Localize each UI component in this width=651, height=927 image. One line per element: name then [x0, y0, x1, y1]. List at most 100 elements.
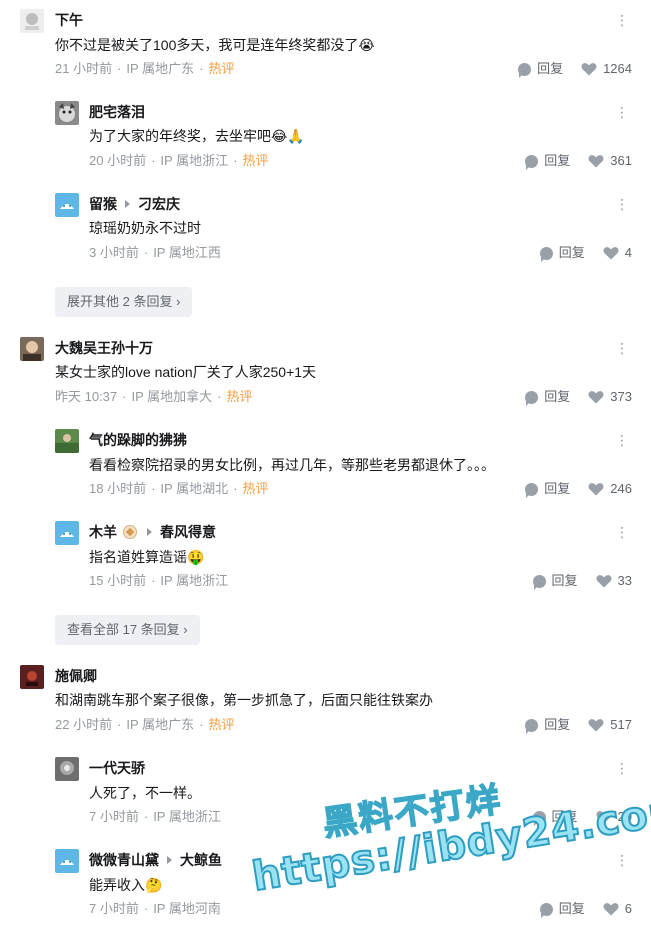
heart-icon — [588, 155, 604, 168]
comment-actions: 回复 1264 — [518, 60, 632, 78]
like-button[interactable]: 517 — [588, 716, 632, 734]
reply-author[interactable]: 肥宅落泪 — [89, 102, 145, 122]
reply-author[interactable]: 一代天骄 — [89, 758, 145, 778]
reply-author[interactable]: 气的跺脚的狒狒 — [89, 430, 187, 450]
comment-ip: IP 属地广东 — [126, 61, 195, 76]
avatar[interactable] — [55, 757, 79, 781]
avatar[interactable] — [20, 665, 44, 689]
expand-replies-button[interactable]: 展开其他 2 条回复 › — [55, 287, 193, 317]
reply-text: 能弄收入🤔 — [89, 877, 163, 893]
like-button[interactable]: 4 — [603, 244, 632, 262]
reply-author: 留猴 刁宏庆 — [89, 196, 180, 212]
reply-button[interactable]: 回复 — [532, 808, 578, 826]
reply-button[interactable]: 回复 — [539, 900, 585, 918]
comment-text: 和湖南跳车那个案子很像，第一步抓急了，后面只能往铁案办 — [55, 692, 433, 708]
reply-meta: 15 小时前 · IP 属地浙江 — [89, 573, 229, 588]
watermark: 黑料不打烊 https://ibdy24.com — [248, 779, 651, 920]
comment-meta: 昨天 10:37 · IP 属地加拿大 · 热评 — [55, 389, 253, 404]
reply-icon — [532, 574, 546, 590]
reply-icon — [532, 810, 546, 826]
avatar[interactable] — [55, 521, 79, 545]
more-options-icon[interactable]: ⋮ — [615, 341, 629, 358]
reply-to-arrow-icon — [147, 528, 152, 536]
level-badge-icon — [123, 525, 137, 539]
like-button[interactable]: 373 — [588, 388, 632, 406]
like-button[interactable]: 20 — [596, 808, 632, 826]
avatar[interactable] — [20, 337, 44, 361]
like-button[interactable]: 1264 — [581, 60, 632, 78]
hot-badge: 热评 — [208, 61, 235, 76]
reply-actions: 回复 33 — [532, 572, 632, 590]
hot-badge: 热评 — [208, 717, 235, 732]
comment-meta: 21 小时前 · IP 属地广东 · 热评 — [55, 61, 235, 76]
comment-actions: 回复 373 — [525, 388, 632, 406]
reply-actions: 回复 6 — [539, 900, 632, 918]
more-options-icon[interactable]: ⋮ — [615, 197, 629, 214]
reply-text: 人死了，不一样。 — [89, 785, 201, 801]
reply-button[interactable]: 回复 — [532, 572, 578, 590]
reply-icon — [525, 154, 539, 170]
reply-button[interactable]: 回复 — [518, 60, 563, 78]
hot-badge: 热评 — [242, 153, 269, 168]
like-button[interactable]: 6 — [603, 900, 632, 918]
reply-icon — [525, 718, 539, 734]
like-count: 1264 — [603, 61, 632, 76]
comment-text: 某女士家的love nation厂关了人家250+1天 — [55, 364, 317, 380]
reply-actions: 回复 4 — [539, 244, 632, 262]
reply-actions: 回复 246 — [525, 480, 632, 498]
avatar[interactable] — [55, 193, 79, 217]
comment-meta: 22 小时前 · IP 属地广东 · 热评 — [55, 717, 235, 732]
reply-text: 琼瑶奶奶永不过时 — [89, 220, 201, 236]
more-options-icon[interactable]: ⋮ — [615, 525, 629, 542]
reply-meta: 3 小时前 · IP 属地江西 — [89, 245, 221, 260]
reply-button[interactable]: 回复 — [525, 716, 570, 734]
reply-to-arrow-icon — [167, 856, 172, 864]
more-options-icon[interactable]: ⋮ — [615, 761, 629, 778]
comment-author[interactable]: 施佩卿 — [55, 666, 97, 686]
heart-icon — [603, 903, 619, 916]
reply-author: 木羊 春风得意 — [89, 524, 216, 540]
reply-icon — [539, 246, 553, 262]
heart-icon — [596, 811, 612, 824]
avatar[interactable] — [55, 849, 79, 873]
like-button[interactable]: 33 — [596, 572, 632, 590]
reply-icon — [518, 62, 532, 78]
heart-icon — [596, 575, 612, 588]
reply-button[interactable]: 回复 — [539, 244, 585, 262]
heart-icon — [588, 391, 604, 404]
more-options-icon[interactable]: ⋮ — [615, 13, 629, 30]
heart-icon — [603, 247, 619, 260]
like-button[interactable]: 246 — [588, 480, 632, 498]
expand-replies-button[interactable]: 查看全部 17 条回复 › — [55, 615, 200, 645]
reply-text: 为了大家的年终奖，去坐牢吧😂🙏 — [89, 128, 305, 144]
watermark-line2: https://ibdy24.com — [248, 785, 651, 902]
heart-icon — [581, 63, 597, 76]
like-button[interactable]: 361 — [588, 152, 632, 170]
comment-author[interactable]: 大魏吴王孙十万 — [55, 338, 153, 358]
comment-text: 你不过是被关了100多天，我可是连年终奖都没了😭 — [55, 37, 375, 53]
avatar[interactable] — [20, 9, 44, 33]
reply-text: 指名道姓算造谣🤑 — [89, 549, 205, 565]
reply-author: 微微青山黛 大鲸鱼 — [89, 852, 222, 868]
reply-button[interactable]: 回复 — [525, 152, 570, 170]
comment-time: 21 小时前 — [55, 61, 113, 76]
reply-actions: 回复 20 — [532, 808, 632, 826]
reply-text: 看看检察院招录的男女比例，再过几年，等那些老男都退休了。。。 — [89, 457, 495, 473]
reply-meta: 18 小时前 · IP 属地湖北 · 热评 — [89, 481, 269, 496]
avatar[interactable] — [55, 101, 79, 125]
reply-button[interactable]: 回复 — [525, 480, 570, 498]
more-options-icon[interactable]: ⋮ — [615, 105, 629, 122]
reply-actions: 回复 361 — [525, 152, 632, 170]
reply-icon — [539, 902, 553, 918]
reply-meta: 7 小时前 · IP 属地河南 — [89, 901, 221, 916]
more-options-icon[interactable]: ⋮ — [615, 433, 629, 450]
heart-icon — [588, 719, 604, 732]
reply-meta: 7 小时前 · IP 属地浙江 — [89, 809, 221, 824]
reply-icon — [525, 482, 539, 498]
heart-icon — [588, 483, 604, 496]
more-options-icon[interactable]: ⋮ — [615, 853, 629, 870]
avatar[interactable] — [55, 429, 79, 453]
comment-author[interactable]: 下午 — [55, 10, 83, 30]
reply-button[interactable]: 回复 — [525, 388, 570, 406]
watermark-line1: 黑料不打烊 — [320, 779, 505, 845]
